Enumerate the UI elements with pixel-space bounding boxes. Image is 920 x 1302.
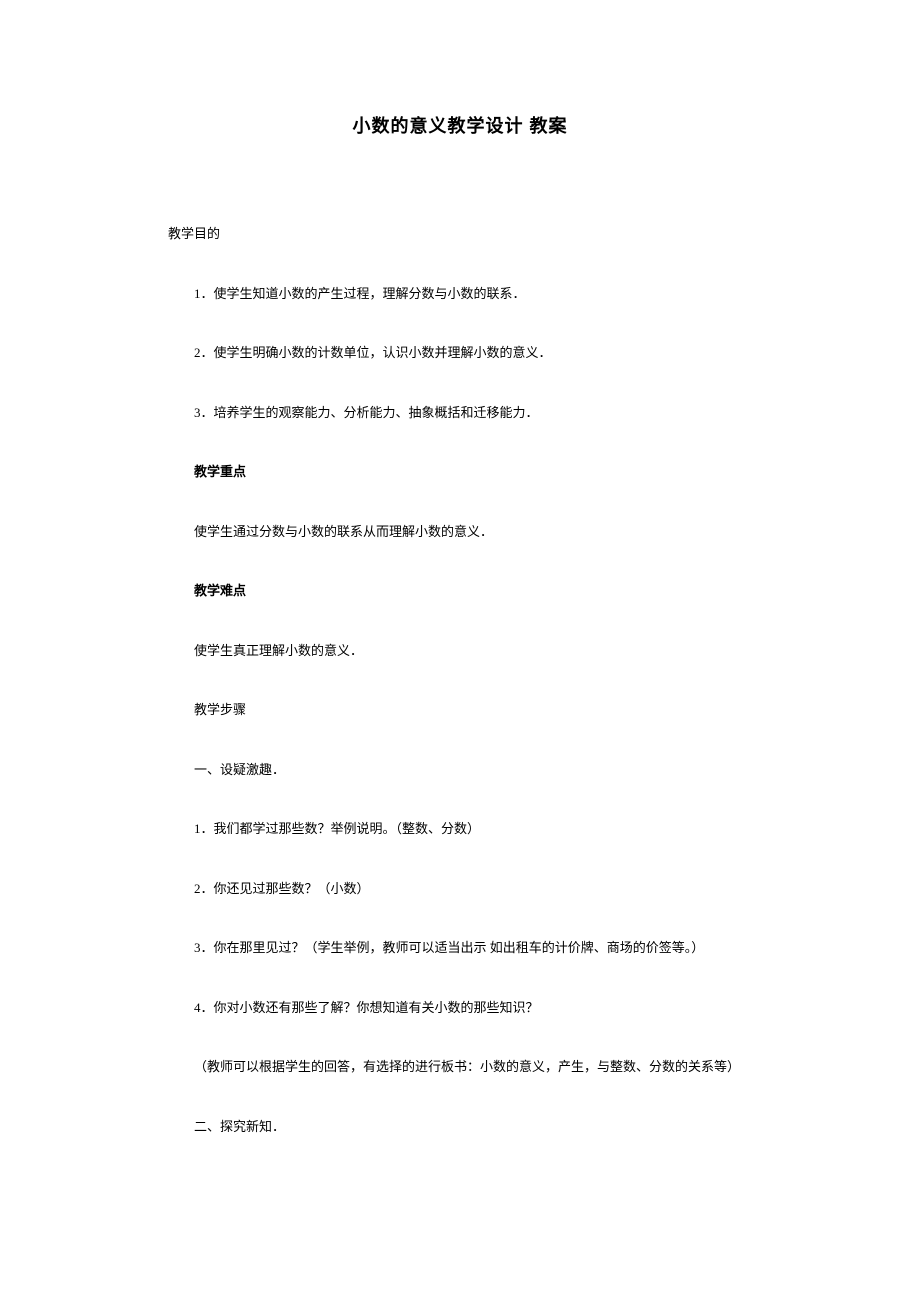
paragraph: 4．你对小数还有那些了解？你想知道有关小数的那些知识？ (168, 998, 752, 1018)
document-page: 小数的意义教学设计 教案 教学目的 1．使学生知道小数的产生过程，理解分数与小数… (0, 0, 920, 1302)
paragraph: 3．培养学生的观察能力、分析能力、抽象概括和迁移能力． (168, 403, 752, 423)
heading-difficulty: 教学难点 (168, 581, 752, 601)
paragraph: 2．使学生明确小数的计数单位，认识小数并理解小数的意义． (168, 343, 752, 363)
section-heading: 二、探究新知． (168, 1117, 752, 1137)
paragraph: 1．我们都学过那些数？举例说明。（整数、分数） (168, 819, 752, 839)
paragraph: （教师可以根据学生的回答，有选择的进行板书：小数的意义，产生，与整数、分数的关系… (168, 1057, 752, 1077)
paragraph: 使学生通过分数与小数的联系从而理解小数的意义． (168, 522, 752, 542)
section-heading: 一、设疑激趣． (168, 760, 752, 780)
heading-steps: 教学步骤 (168, 700, 752, 720)
paragraph: 使学生真正理解小数的意义． (168, 641, 752, 661)
heading-key-point: 教学重点 (168, 462, 752, 482)
document-title: 小数的意义教学设计 教案 (168, 112, 752, 138)
paragraph: 2．你还见过那些数？（小数） (168, 879, 752, 899)
paragraph: 3．你在那里见过？（学生举例，教师可以适当出示 如出租车的计价牌、商场的价签等。… (168, 938, 752, 958)
heading-objective: 教学目的 (168, 224, 752, 244)
paragraph: 1．使学生知道小数的产生过程，理解分数与小数的联系． (168, 284, 752, 304)
